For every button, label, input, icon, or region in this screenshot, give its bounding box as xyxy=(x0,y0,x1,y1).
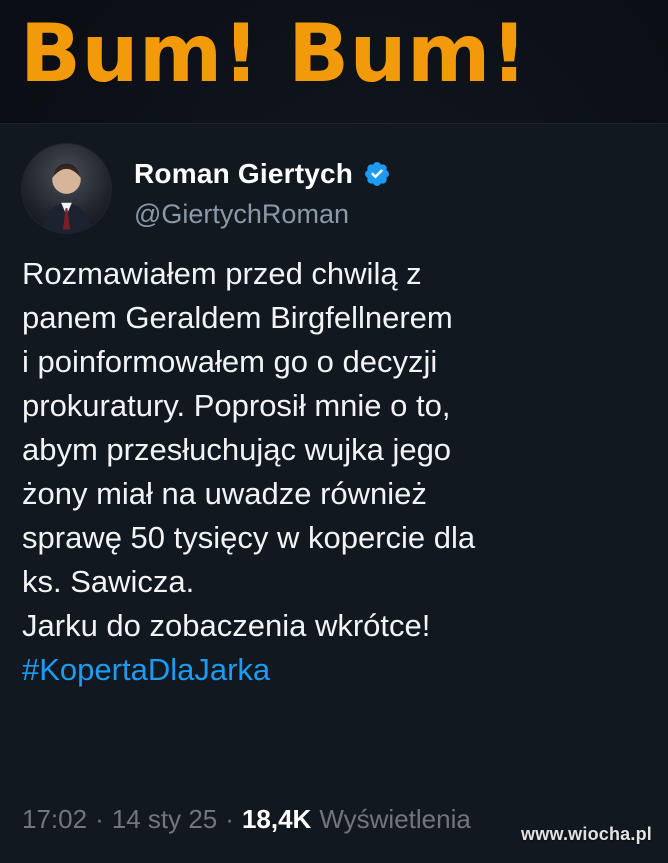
tweet-line: prokuratury. Poprosił mnie o to, xyxy=(22,388,451,423)
tweet-line: ks. Sawicza. xyxy=(22,564,195,599)
headline: Bum! Bum! xyxy=(20,7,528,100)
tweet-line: Rozmawiałem przed chwilą z xyxy=(22,256,422,291)
tweet-header: Roman Giertych @GiertychRoman xyxy=(22,144,642,234)
watermark: www.wiocha.pl xyxy=(521,824,652,844)
tweet-line: sprawę 50 tysięcy w kopercie dla xyxy=(22,520,476,555)
tweet-line: Jarku do zobaczenia wkrótce! xyxy=(22,608,431,643)
verified-badge-icon xyxy=(363,160,391,188)
tweet-card: Roman Giertych @GiertychRoman Rozmawiałe… xyxy=(0,124,668,863)
tweet-line: panem Geraldem Birgfellnerem xyxy=(22,300,453,335)
handle[interactable]: @GiertychRoman xyxy=(134,199,349,230)
meta-separator: · xyxy=(95,804,104,834)
tweet-line: abym przesłuchując wujka jego xyxy=(22,432,452,467)
name-row: Roman Giertych xyxy=(134,154,391,194)
tweet-time[interactable]: 17:02 xyxy=(22,804,87,835)
tweet-body: Rozmawiałem przed chwilą z panem Geralde… xyxy=(22,252,652,692)
screenshot-page: Bum! Bum! Roman Giertych @GiertychRoman … xyxy=(0,0,668,863)
display-name[interactable]: Roman Giertych xyxy=(134,158,353,190)
hashtag-link[interactable]: #KopertaDlaJarka xyxy=(22,648,652,692)
views-count: 18,4K xyxy=(241,804,312,834)
tweet-line: żony miał na uwadze również xyxy=(22,476,427,511)
avatar[interactable] xyxy=(22,144,111,233)
meta-separator: · xyxy=(225,804,234,834)
tweet-date[interactable]: 14 sty 25 xyxy=(112,804,218,835)
avatar-portrait-icon xyxy=(22,144,111,233)
tweet-line: i poinformowałem go o decyzji xyxy=(22,344,438,379)
views-label: Wyświetlenia xyxy=(319,804,471,834)
